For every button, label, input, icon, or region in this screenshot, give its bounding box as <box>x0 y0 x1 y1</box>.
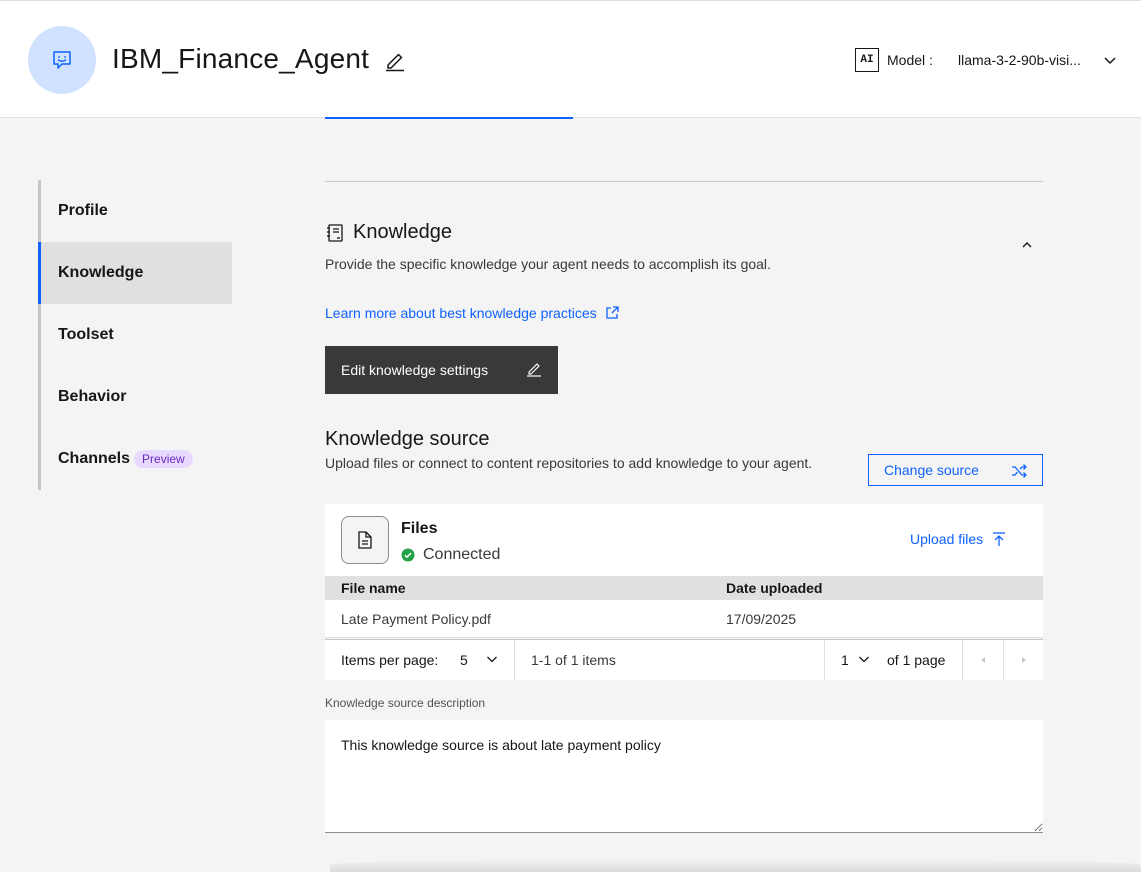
model-label-group: AI Model : <box>855 48 933 72</box>
knowledge-title: Knowledge <box>353 221 452 243</box>
side-nav: Profile Knowledge Toolset Behavior Chann… <box>38 180 232 490</box>
page-select[interactable]: 1 <box>841 640 877 680</box>
knowledge-source-description: Upload files or connect to content repos… <box>325 455 813 471</box>
chevron-down-icon <box>487 656 497 663</box>
agent-name: IBM_Finance_Agent <box>112 43 370 74</box>
shuffle-icon <box>1012 464 1027 478</box>
files-card: Files Connected Upload files <box>325 504 1043 576</box>
column-header-date-uploaded[interactable]: Date uploaded <box>726 580 822 596</box>
notebook-icon <box>327 224 343 242</box>
page-value: 1 <box>841 652 849 668</box>
total-pages: of 1 page <box>887 652 946 668</box>
chevron-up-icon[interactable] <box>1018 236 1036 254</box>
items-per-page-value: 5 <box>460 652 468 668</box>
section-divider <box>325 181 1043 182</box>
caret-right-icon <box>1021 657 1026 663</box>
knowledge-source-title: Knowledge source <box>325 428 490 450</box>
cell-file-name: Late Payment Policy.pdf <box>341 611 491 627</box>
nav-item-label: Profile <box>58 202 108 219</box>
change-source-label: Change source <box>884 462 979 478</box>
checkmark-filled-icon <box>401 548 415 562</box>
upload-files-label: Upload files <box>910 531 984 547</box>
edit-settings-label: Edit knowledge settings <box>341 362 489 378</box>
pencil-icon <box>527 363 541 377</box>
pagination: Items per page: 5 1-1 of 1 items 1 of 1 … <box>325 639 1043 680</box>
nav-item-label: Toolset <box>58 326 114 343</box>
chat-bot-icon <box>53 51 71 69</box>
table-header: File name Date uploaded <box>325 576 1043 600</box>
upload-icon <box>993 532 1006 546</box>
nav-item-profile[interactable]: Profile <box>41 180 232 242</box>
status-text: Connected <box>423 546 501 563</box>
change-source-button[interactable]: Change source <box>868 454 1043 486</box>
model-select[interactable]: llama-3-2-90b-visi... <box>958 48 1120 72</box>
description-field-label: Knowledge source description <box>325 696 486 710</box>
upload-files-button[interactable]: Upload files <box>910 531 1007 547</box>
nav-item-toolset[interactable]: Toolset <box>41 304 232 366</box>
edit-knowledge-settings-button[interactable]: Edit knowledge settings <box>325 346 558 394</box>
items-per-page-label: Items per page: <box>341 652 439 668</box>
table-row[interactable]: Late Payment Policy.pdf 17/09/2025 <box>325 600 1043 638</box>
files-title: Files <box>401 520 438 537</box>
knowledge-source-description-field[interactable]: This knowledge source is about late paym… <box>325 720 1043 833</box>
knowledge-description: Provide the specific knowledge your agen… <box>325 256 771 272</box>
model-value: llama-3-2-90b-visi... <box>958 52 1081 68</box>
chevron-down-icon <box>859 656 869 663</box>
document-icon <box>358 531 372 549</box>
agent-header: IBM_Finance_Agent AI Model : llama-3-2-9… <box>0 0 1141 118</box>
caret-left-icon <box>981 657 985 663</box>
cell-date-uploaded: 17/09/2025 <box>726 611 797 627</box>
file-icon-box <box>341 516 389 564</box>
nav-item-label: Behavior <box>58 388 127 405</box>
items-range: 1-1 of 1 items <box>531 652 616 668</box>
previous-page-button[interactable] <box>963 640 1003 680</box>
next-page-button[interactable] <box>1004 640 1043 680</box>
nav-item-knowledge[interactable]: Knowledge <box>38 242 232 304</box>
items-per-page-select[interactable]: 5 <box>460 640 514 680</box>
nav-item-behavior[interactable]: Behavior <box>41 366 232 428</box>
nav-item-channels[interactable]: Channels Preview <box>41 428 232 490</box>
launch-icon <box>605 306 619 319</box>
chevron-down-icon <box>1104 57 1116 65</box>
active-tab-indicator <box>325 117 573 119</box>
learn-more-label: Learn more about best knowledge practice… <box>325 305 597 321</box>
ai-badge-icon: AI <box>855 48 879 72</box>
preview-tag: Preview <box>134 450 193 468</box>
nav-item-label: Knowledge <box>58 264 144 281</box>
model-label: Model : <box>887 52 933 68</box>
learn-more-link[interactable]: Learn more about best knowledge practice… <box>325 305 619 321</box>
bottom-shadow <box>330 858 1141 872</box>
agent-avatar <box>28 26 96 94</box>
connection-status: Connected <box>401 546 500 564</box>
nav-item-label: Channels <box>58 450 131 467</box>
pagination-divider <box>514 640 515 680</box>
pagination-divider <box>824 640 825 680</box>
column-header-file-name[interactable]: File name <box>341 580 406 596</box>
edit-name-button[interactable] <box>383 49 407 73</box>
pencil-icon <box>386 53 404 72</box>
